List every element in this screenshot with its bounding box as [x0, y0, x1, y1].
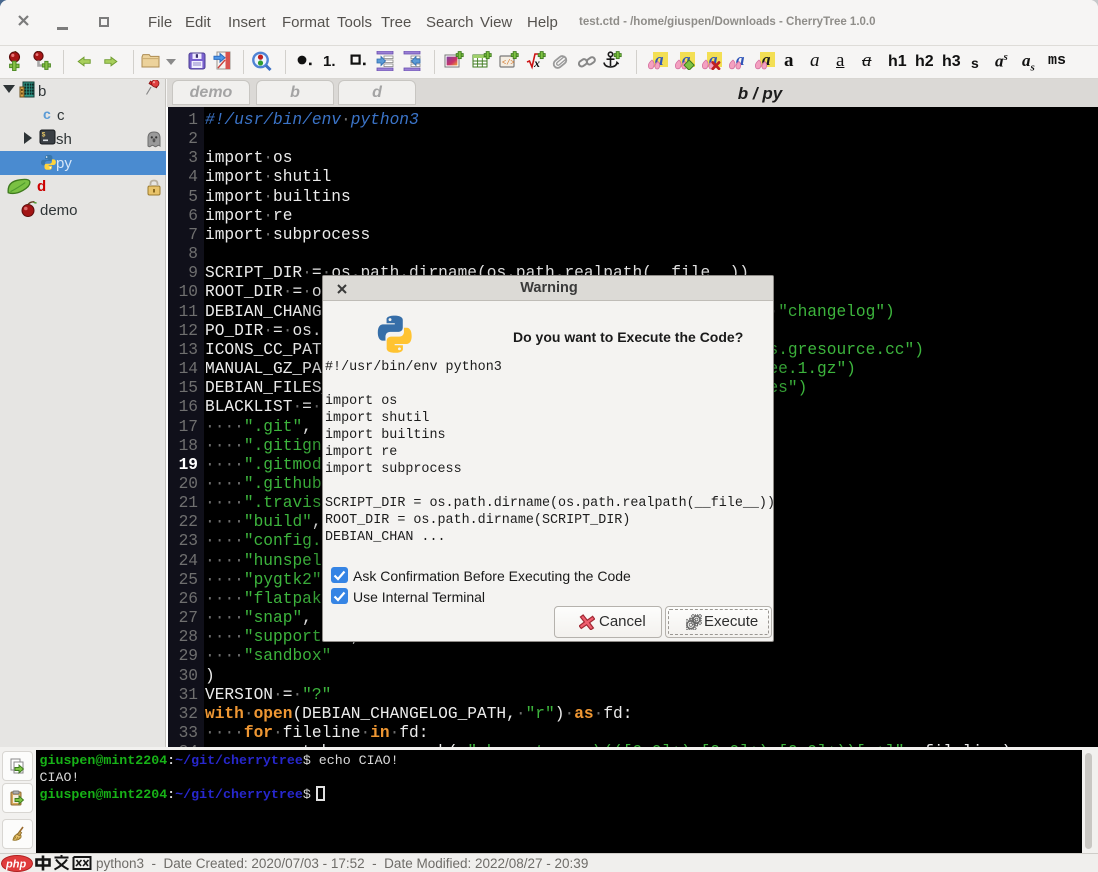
- svg-text:x: x: [533, 56, 540, 70]
- svg-text:</>: </>: [502, 60, 515, 68]
- svg-text:php: php: [5, 859, 26, 871]
- svg-text:c: c: [43, 106, 51, 121]
- svg-text:$: $: [42, 132, 46, 139]
